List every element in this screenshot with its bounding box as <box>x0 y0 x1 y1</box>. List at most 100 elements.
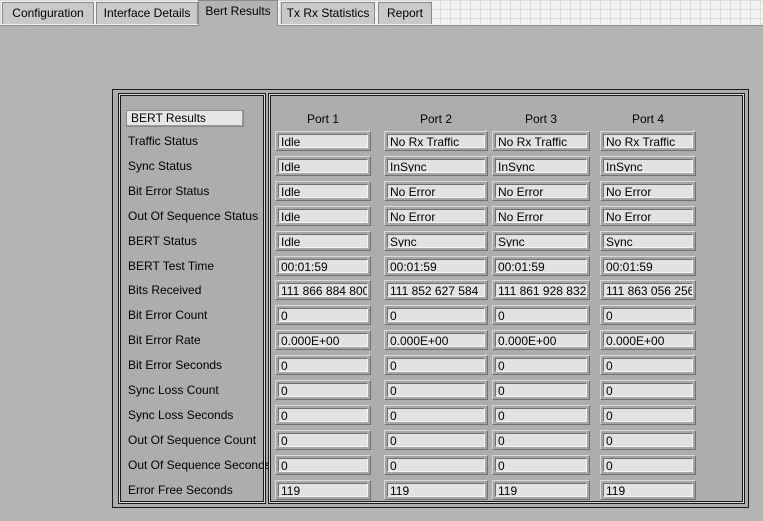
row-label-bert-status: BERT Status <box>128 234 197 248</box>
indicator-sync-status-port-2: InSync <box>384 156 488 176</box>
indicator-bert-test-time-port-2: 00:01:59 <box>384 256 488 276</box>
indicator-bit-error-rate-port-2: 0.000E+00 <box>384 330 488 350</box>
indicator-value: 0 <box>278 408 368 422</box>
indicator-bit-error-status-port-4: No Error <box>600 181 696 201</box>
indicator-value: 0 <box>495 308 587 322</box>
indicator-traffic-status-port-4: No Rx Traffic <box>600 131 696 151</box>
indicator-out-of-sequence-count-port-3: 0 <box>492 430 590 450</box>
indicator-value: InSync <box>603 159 693 173</box>
indicator-value: No Rx Traffic <box>495 134 587 148</box>
row-label-bit-error-seconds: Bit Error Seconds <box>128 358 223 372</box>
indicator-sync-loss-seconds-port-3: 0 <box>492 405 590 425</box>
indicator-bit-error-seconds-port-4: 0 <box>600 355 696 375</box>
indicator-out-of-sequence-seconds-port-4: 0 <box>600 455 696 475</box>
indicator-value: Idle <box>278 184 368 198</box>
row-label-bits-received: Bits Received <box>128 283 202 297</box>
indicator-bits-received-port-2: 111 852 627 584 <box>384 280 488 300</box>
indicator-bert-test-time-port-1: 00:01:59 <box>275 256 371 276</box>
indicator-bit-error-rate-port-4: 0.000E+00 <box>600 330 696 350</box>
tab-report[interactable]: Report <box>378 2 432 24</box>
indicator-sync-loss-seconds-port-1: 0 <box>275 405 371 425</box>
indicator-value: InSync <box>495 159 587 173</box>
indicator-value: No Error <box>495 184 587 198</box>
tab-tx-rx-statistics[interactable]: Tx Rx Statistics <box>281 2 375 24</box>
indicator-value: 0 <box>278 383 368 397</box>
indicator-sync-loss-count-port-4: 0 <box>600 380 696 400</box>
indicator-bits-received-port-3: 111 861 928 832 <box>492 280 590 300</box>
tab-interface-details[interactable]: Interface Details <box>96 2 198 24</box>
row-label-column: BERT Results Traffic Status Sync Status Bi… <box>118 93 271 504</box>
indicator-value: No Error <box>495 209 587 223</box>
indicator-value: 0.000E+00 <box>603 333 693 347</box>
indicator-bert-test-time-port-3: 00:01:59 <box>492 256 590 276</box>
indicator-value: 119 <box>278 483 368 497</box>
tab-configuration[interactable]: Configuration <box>2 2 94 24</box>
indicator-value: 0 <box>278 458 368 472</box>
indicator-sync-status-port-1: Idle <box>275 156 371 176</box>
indicator-error-free-seconds-port-2: 119 <box>384 480 488 500</box>
indicator-bits-received-port-1: 111 866 884 800 <box>275 280 371 300</box>
indicator-bert-status-port-3: Sync <box>492 231 590 251</box>
row-label-error-free-seconds: Error Free Seconds <box>128 483 233 497</box>
indicator-value: Idle <box>278 159 368 173</box>
port-4-header: Port 4 <box>631 112 664 126</box>
indicator-error-free-seconds-port-3: 119 <box>492 480 590 500</box>
indicator-bert-status-port-2: Sync <box>384 231 488 251</box>
row-label-bit-error-status: Bit Error Status <box>128 184 210 198</box>
indicator-bit-error-seconds-port-3: 0 <box>492 355 590 375</box>
indicator-value: 0 <box>387 433 485 447</box>
indicator-bit-error-count-port-3: 0 <box>492 305 590 325</box>
indicator-value: 0 <box>278 358 368 372</box>
row-label-out-of-sequence-seconds: Out Of Sequence Seconds <box>128 458 271 472</box>
indicator-value: 111 852 627 584 <box>387 283 485 297</box>
indicator-value: 00:01:59 <box>495 259 587 273</box>
indicator-value: Sync <box>495 234 587 248</box>
indicator-value: 0.000E+00 <box>387 333 485 347</box>
indicator-value: Idle <box>278 134 368 148</box>
row-label-bert-test-time: BERT Test Time <box>128 259 215 273</box>
indicator-sync-loss-count-port-3: 0 <box>492 380 590 400</box>
indicator-sync-loss-seconds-port-4: 0 <box>600 405 696 425</box>
indicator-out-of-sequence-count-port-4: 0 <box>600 430 696 450</box>
indicator-value: 0 <box>603 458 693 472</box>
indicator-error-free-seconds-port-4: 119 <box>600 480 696 500</box>
indicator-value: Idle <box>278 209 368 223</box>
indicator-bit-error-rate-port-3: 0.000E+00 <box>492 330 590 350</box>
row-label-bit-error-rate: Bit Error Rate <box>128 333 201 347</box>
indicator-value: 111 863 056 256 <box>603 283 693 297</box>
indicator-value: 111 866 884 800 <box>278 283 368 297</box>
indicator-bit-error-rate-port-1: 0.000E+00 <box>275 330 371 350</box>
row-label-out-of-sequence-status: Out Of Sequence Status <box>128 209 259 223</box>
indicator-value: 0 <box>495 408 587 422</box>
indicator-value: Sync <box>603 234 693 248</box>
indicator-out-of-sequence-status-port-4: No Error <box>600 206 696 226</box>
row-label-bit-error-count: Bit Error Count <box>128 308 208 322</box>
tab-bert-results[interactable]: Bert Results <box>198 0 278 26</box>
indicator-value: 119 <box>495 483 587 497</box>
row-label-sync-status: Sync Status <box>128 159 193 173</box>
indicator-value: No Error <box>387 209 485 223</box>
indicator-bits-received-port-4: 111 863 056 256 <box>600 280 696 300</box>
row-label-out-of-sequence-count: Out Of Sequence Count <box>128 433 257 447</box>
indicator-traffic-status-port-3: No Rx Traffic <box>492 131 590 151</box>
indicator-bit-error-status-port-2: No Error <box>384 181 488 201</box>
indicator-value: 0 <box>387 358 485 372</box>
indicator-value: 0 <box>278 433 368 447</box>
indicator-traffic-status-port-2: No Rx Traffic <box>384 131 488 151</box>
indicator-value: Sync <box>387 234 485 248</box>
indicator-out-of-sequence-count-port-2: 0 <box>384 430 488 450</box>
indicator-out-of-sequence-seconds-port-3: 0 <box>492 455 590 475</box>
indicator-out-of-sequence-seconds-port-1: 0 <box>275 455 371 475</box>
indicator-out-of-sequence-status-port-2: No Error <box>384 206 488 226</box>
indicator-value: 119 <box>603 483 693 497</box>
tab-strip: Configuration Interface Details Bert Res… <box>0 0 763 26</box>
indicator-value: 0 <box>387 408 485 422</box>
indicator-value: 0.000E+00 <box>278 333 368 347</box>
indicator-out-of-sequence-seconds-port-2: 0 <box>384 455 488 475</box>
indicator-value: 0 <box>387 458 485 472</box>
port-1-header: Port 1 <box>306 112 339 126</box>
indicator-value: 0 <box>495 458 587 472</box>
indicator-value: No Error <box>387 184 485 198</box>
indicator-value: 00:01:59 <box>278 259 368 273</box>
indicator-out-of-sequence-status-port-3: No Error <box>492 206 590 226</box>
